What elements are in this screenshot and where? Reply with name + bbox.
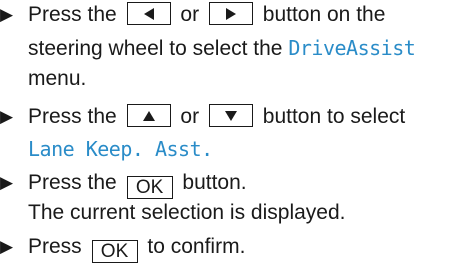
step-4-text-pre: Press bbox=[28, 235, 82, 258]
step-3-line-1: ▶ Press the OK button. bbox=[0, 170, 247, 199]
ok-button-key: OK bbox=[126, 176, 173, 199]
up-button-key bbox=[126, 104, 171, 127]
step-1-line-3: menu. bbox=[28, 67, 87, 90]
ok-button-key: OK bbox=[91, 240, 138, 263]
step-2-text-pre: Press the bbox=[28, 105, 117, 128]
step-2-line-1: ▶ Press the or button to select bbox=[0, 104, 405, 130]
step-1-line-2-text: steering wheel to select the bbox=[28, 37, 283, 60]
step-1-line-1: ▶ Press the or button on the bbox=[0, 2, 385, 28]
step-3-text-pre: Press the bbox=[28, 171, 117, 194]
right-button-key bbox=[208, 2, 253, 25]
step-1-text-post: button on the bbox=[262, 3, 386, 26]
menu-term-driveassist: DriveAssist bbox=[288, 36, 416, 60]
step-2-text-or: or bbox=[180, 105, 200, 128]
bullet-arrow: ▶ bbox=[0, 237, 14, 256]
step-1-text-pre: Press the bbox=[28, 3, 117, 26]
step-1-text-or: or bbox=[180, 3, 200, 26]
bullet-arrow: ▶ bbox=[0, 173, 14, 192]
step-2-line-2: Lane Keep. Asst. bbox=[28, 136, 213, 163]
left-button-key bbox=[126, 2, 171, 25]
right-arrow-icon bbox=[225, 7, 236, 20]
step-4-text-post: to confirm. bbox=[147, 235, 246, 258]
bullet-arrow: ▶ bbox=[0, 5, 14, 24]
left-arrow-icon bbox=[143, 7, 154, 20]
down-button-key bbox=[208, 104, 253, 127]
step-3-text-post: button. bbox=[182, 171, 247, 194]
bullet-arrow: ▶ bbox=[0, 107, 14, 126]
down-arrow-icon bbox=[224, 110, 237, 121]
up-arrow-icon bbox=[142, 110, 155, 121]
menu-term-lane-keep-asst: Lane Keep. Asst. bbox=[28, 137, 213, 161]
step-1-line-2: steering wheel to select the DriveAssist bbox=[28, 35, 416, 62]
step-3-line-2: The current selection is displayed. bbox=[28, 201, 346, 224]
step-2-text-post: button to select bbox=[262, 105, 406, 128]
